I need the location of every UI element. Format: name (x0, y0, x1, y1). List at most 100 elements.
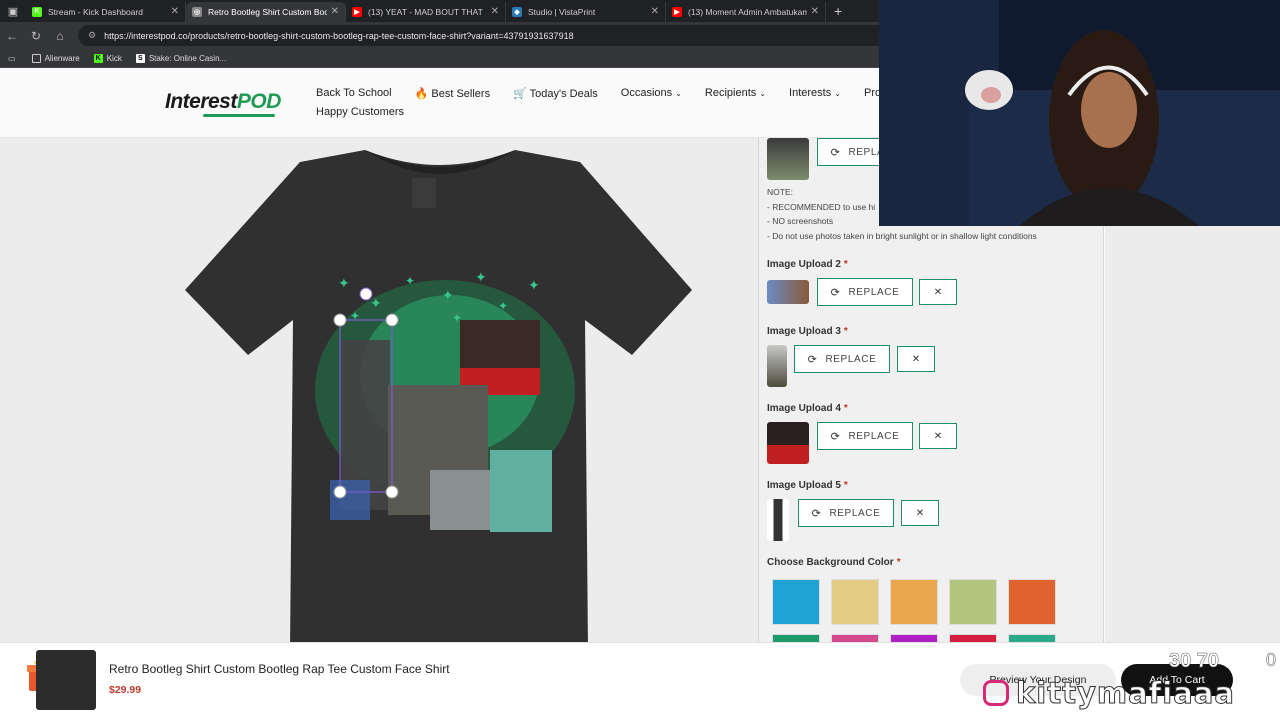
replace-button-5[interactable]: ⟳ REPLACE (798, 499, 894, 527)
site-info-icon[interactable]: ⚙ (88, 30, 96, 41)
refresh-icon: ⟳ (830, 286, 841, 299)
close-tab-icon[interactable]: ✕ (331, 6, 339, 17)
product-preview-area: ✦ ✦ ✦ ✦ ✦ ✦ ✦ ✦ ✦ (0, 138, 760, 710)
image-upload-5-thumbnail (767, 499, 789, 541)
close-tab-icon[interactable]: ✕ (811, 6, 819, 17)
replace-label: REPLACE (825, 353, 877, 365)
tab-title: Retro Bootleg Shirt Custom Bootle (208, 6, 327, 17)
remove-button-3[interactable]: ✕ (897, 346, 935, 372)
color-swatch[interactable] (772, 579, 820, 625)
new-tab-icon[interactable]: + (834, 3, 842, 19)
main-menu: Back To School 🔥 Best Sellers 🛒 Today's … (316, 87, 904, 118)
cart-icon: 🛒 (513, 88, 527, 100)
site-logo[interactable]: InterestPOD (165, 90, 282, 117)
kick-icon: K (93, 53, 103, 63)
image-upload-4-thumbnail (767, 422, 809, 464)
image-upload-2-thumbnail (767, 280, 809, 304)
close-tab-icon[interactable]: ✕ (651, 6, 659, 17)
image-upload-5-label: Image Upload 5 * (767, 480, 848, 491)
tab-favicon-icon: K (32, 6, 42, 17)
menu-label: Occasions (620, 87, 673, 99)
folder-icon (31, 53, 41, 63)
replace-button-2[interactable]: ⟳ REPLACE (817, 278, 913, 306)
bookmark-label: Kick (106, 53, 122, 63)
color-swatch[interactable] (890, 579, 938, 625)
menu-todays-deals[interactable]: 🛒 Today's Deals (513, 87, 598, 100)
image-upload-2-label: Image Upload 2 * (767, 259, 848, 270)
svg-text:✦: ✦ (350, 309, 360, 323)
home-icon[interactable]: ⌂ (48, 29, 72, 43)
browser-tab[interactable]: K Stream - Kick Dashboard ✕ (26, 1, 186, 22)
logo-text-interest: Interest (165, 90, 237, 113)
image-upload-3-thumbnail (767, 345, 787, 387)
streamer-watermark: kittymafiaaa (1016, 676, 1235, 711)
refresh-icon: ⟳ (807, 353, 818, 366)
browser-tab[interactable]: ◆ Studio | VistaPrint ✕ (506, 1, 666, 22)
menu-recipients[interactable]: Recipients ⌄ (705, 87, 766, 100)
refresh-icon: ⟳ (830, 146, 841, 159)
remove-button-2[interactable]: ✕ (919, 279, 957, 305)
refresh-icon: ⟳ (830, 430, 841, 443)
menu-back-to-school[interactable]: Back To School (316, 87, 392, 100)
bookmark-label: Stake: Online Casin... (148, 53, 227, 63)
product-title: Retro Bootleg Shirt Custom Bootleg Rap T… (109, 662, 450, 676)
image-upload-1-thumbnail (767, 138, 809, 180)
menu-label: Today's Deals (529, 88, 598, 100)
image-upload-3-label: Image Upload 3 * (767, 326, 848, 337)
background-color-label: Choose Background Color * (767, 557, 901, 568)
menu-interests[interactable]: Interests ⌄ (789, 87, 841, 100)
menu-label: Interests (789, 87, 832, 99)
overlay-counter: 30 70 (1169, 650, 1220, 673)
bookmark-stake[interactable]: S Stake: Online Casin... (135, 53, 227, 63)
menu-best-sellers[interactable]: 🔥 Best Sellers (415, 87, 490, 100)
svg-text:✦: ✦ (528, 277, 540, 293)
note-line: - Do not use photos taken in bright sunl… (767, 230, 1037, 241)
browser-tab[interactable]: ◎ Retro Bootleg Shirt Custom Bootle ✕ (186, 1, 346, 22)
replace-button-3[interactable]: ⟳ REPLACE (794, 345, 890, 373)
tab-title: Studio | VistaPrint (528, 6, 596, 17)
color-swatch[interactable] (1008, 579, 1056, 625)
replace-label: REPLACE (848, 286, 900, 298)
tab-favicon-icon: ▶ (672, 6, 682, 17)
svg-text:✦: ✦ (405, 274, 415, 288)
browser-tab[interactable]: ▶ (13) Moment Admin Ambatukam ✕ (666, 1, 826, 22)
back-icon[interactable]: ← (0, 29, 24, 43)
tab-title: Stream - Kick Dashboard (48, 6, 143, 17)
chevron-down-icon: ⌄ (675, 89, 682, 98)
tab-actions-icon[interactable]: ▣ (0, 0, 26, 22)
bookmark-kick[interactable]: K Kick (93, 53, 122, 63)
replace-button-4[interactable]: ⟳ REPLACE (817, 422, 913, 450)
color-swatch[interactable] (831, 579, 879, 625)
close-tab-icon[interactable]: ✕ (171, 6, 179, 17)
close-tab-icon[interactable]: ✕ (491, 6, 499, 17)
tab-title: (13) YEAT - MAD BOUT THAT (368, 6, 483, 17)
svg-text:✦: ✦ (498, 299, 508, 313)
remove-button-4[interactable]: ✕ (919, 423, 957, 449)
overlay-digit: 0 (1266, 650, 1277, 671)
refresh-icon: ⟳ (811, 507, 822, 520)
bookmarks-menu-icon[interactable]: ▭ (8, 54, 16, 63)
url-text: https://interestpod.co/products/retro-bo… (104, 30, 574, 41)
svg-text:✦: ✦ (338, 275, 350, 291)
menu-happy-customers[interactable]: Happy Customers (316, 106, 904, 118)
replace-label: REPLACE (829, 507, 881, 519)
svg-text:✦: ✦ (442, 287, 454, 303)
tab-favicon-icon: ◆ (512, 6, 522, 17)
logo-swoosh (203, 114, 275, 117)
tab-title: (13) Moment Admin Ambatukam (688, 6, 807, 17)
tab-favicon-icon: ▶ (352, 6, 362, 17)
logo-text-pod: POD (236, 90, 282, 113)
svg-text:✦: ✦ (475, 269, 487, 285)
browser-tab[interactable]: ▶ (13) YEAT - MAD BOUT THAT ✕ (346, 1, 506, 22)
image-upload-4-label: Image Upload 4 * (767, 403, 848, 414)
remove-button-5[interactable]: ✕ (901, 500, 939, 526)
svg-text:✦: ✦ (370, 295, 382, 311)
bookmark-alienware[interactable]: Alienware (31, 53, 80, 63)
chevron-down-icon: ⌄ (834, 89, 841, 98)
color-swatch[interactable] (949, 579, 997, 625)
tshirt-preview[interactable]: ✦ ✦ ✦ ✦ ✦ ✦ ✦ ✦ ✦ (180, 150, 700, 650)
menu-occasions[interactable]: Occasions ⌄ (621, 87, 682, 100)
reload-icon[interactable]: ↻ (24, 29, 48, 43)
url-field[interactable]: ⚙ https://interestpod.co/products/retro-… (78, 25, 898, 46)
stake-icon: S (135, 53, 145, 63)
